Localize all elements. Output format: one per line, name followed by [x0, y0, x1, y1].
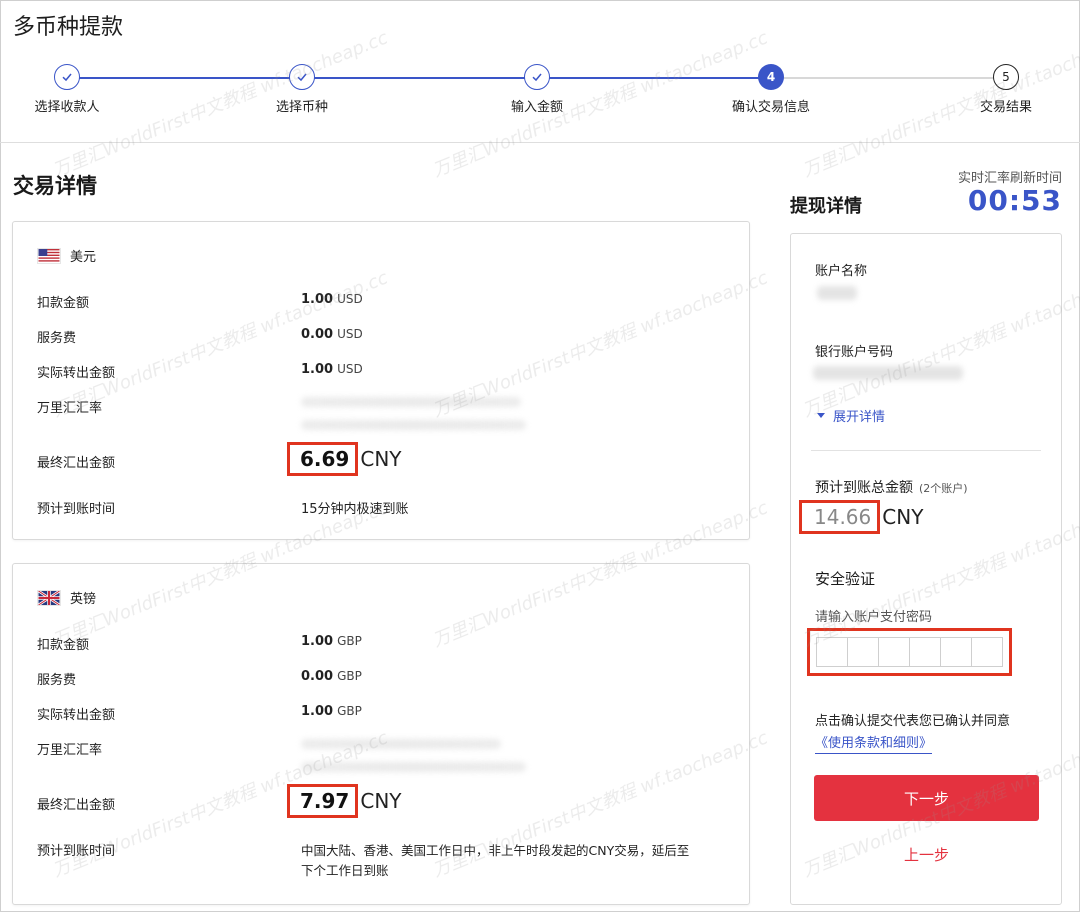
currency-card-usd: 美元 扣款金额 1.00 USD 服务费 0.00 USD 实际转出金额 1.00 U…: [12, 221, 750, 540]
check-icon: [54, 64, 80, 90]
password-hint: 请输入账户支付密码: [815, 610, 933, 625]
terms-link[interactable]: 《使用条款和细则》: [815, 732, 933, 754]
rate-countdown-timer: 00:53: [967, 184, 1062, 217]
currency-header: 美元: [37, 246, 96, 265]
expand-details-label: 展开详情: [833, 410, 886, 425]
eta-label: 预计到账时间: [37, 502, 116, 517]
payment-password-input[interactable]: [807, 628, 1012, 676]
password-digit-box[interactable]: [816, 637, 848, 667]
previous-step-button[interactable]: 上一步: [814, 844, 1039, 865]
final-amount: 6.69 CNY: [287, 442, 402, 476]
rate-label: 万里汇汇率: [37, 401, 103, 416]
step-number: 4: [758, 64, 784, 90]
blurred-account-name: [817, 286, 857, 300]
check-icon: [524, 64, 550, 90]
currency-name: 英镑: [70, 592, 97, 607]
actual-value: 1.00 GBP: [301, 704, 362, 719]
step-result: 5 交易结果: [936, 64, 1076, 115]
next-step-button[interactable]: 下一步: [814, 775, 1039, 821]
currency-card-gbp: 英镑 扣款金额 1.00 GBP 服务费 0.00 GBP 实际转出金额 1.00 G…: [12, 563, 750, 905]
progress-stepper: 选择收款人 选择币种 输入金额 4 确认交易信息 5 交易结果: [0, 64, 1080, 124]
final-label: 最终汇出金额: [37, 798, 116, 813]
actual-label: 实际转出金额: [37, 366, 116, 381]
password-digit-box[interactable]: [972, 637, 1003, 667]
eta-value-line1: 中国大陆、香港、美国工作日中，非上午时段发起的CNY交易，延后至: [301, 843, 690, 858]
expand-details-button[interactable]: 展开详情: [817, 406, 885, 425]
actual-label: 实际转出金额: [37, 708, 116, 723]
total-amount-label: 预计到账总金额 (2个账户): [815, 480, 968, 496]
eta-value-line2: 下个工作日到账: [301, 863, 389, 878]
step-select-payee: 选择收款人: [0, 64, 137, 115]
fee-value: 0.00 USD: [301, 327, 363, 342]
debit-label: 扣款金额: [37, 638, 90, 653]
stepper-line-complete: [67, 77, 770, 79]
debit-value: 1.00 GBP: [301, 634, 362, 649]
header-divider: [0, 142, 1080, 143]
check-icon: [289, 64, 315, 90]
account-name-label: 账户名称: [815, 264, 868, 279]
blurred-rate: [301, 420, 526, 430]
password-digit-box[interactable]: [879, 637, 910, 667]
step-label: 确认交易信息: [731, 100, 810, 115]
total-amount: 14.66 CNY: [799, 500, 923, 534]
agreement-text: 点击确认提交代表您已确认并同意: [815, 714, 1011, 729]
step-label: 选择收款人: [34, 100, 100, 115]
final-label: 最终汇出金额: [37, 456, 116, 471]
currency-name: 美元: [70, 250, 97, 265]
blurred-rate: [301, 739, 501, 749]
uk-flag-icon: [37, 589, 61, 606]
blurred-rate: [301, 762, 526, 772]
withdrawal-details-title: 提现详情: [790, 196, 862, 217]
withdrawal-details-panel: 账户名称 银行账户号码 展开详情 预计到账总金额 (2个账户) 14.66 CNY …: [790, 233, 1062, 905]
step-label: 交易结果: [979, 100, 1032, 115]
currency-header: 英镑: [37, 588, 96, 607]
step-number: 5: [993, 64, 1019, 90]
us-flag-icon: [37, 247, 61, 264]
final-amount: 7.97 CNY: [287, 784, 402, 818]
section-title: 交易详情: [13, 174, 97, 198]
page-title: 多币种提款: [13, 15, 124, 40]
actual-value: 1.00 USD: [301, 362, 363, 377]
security-verification-title: 安全验证: [815, 570, 876, 588]
password-digit-box[interactable]: [910, 637, 941, 667]
step-label: 选择币种: [275, 100, 328, 115]
caret-down-icon: [817, 413, 825, 418]
bank-account-label: 银行账户号码: [815, 345, 894, 360]
step-label: 输入金额: [510, 100, 563, 115]
step-select-currency: 选择币种: [232, 64, 372, 115]
rate-label: 万里汇汇率: [37, 743, 103, 758]
blurred-rate: [301, 397, 521, 407]
password-digit-box[interactable]: [941, 637, 972, 667]
fee-label: 服务费: [37, 673, 77, 688]
blurred-bank-account: [813, 366, 963, 380]
step-confirm-info: 4 确认交易信息: [701, 64, 841, 115]
debit-label: 扣款金额: [37, 296, 90, 311]
fee-label: 服务费: [37, 331, 77, 346]
eta-value: 15分钟内极速到账: [301, 502, 409, 517]
panel-divider: [811, 450, 1041, 451]
password-digit-box[interactable]: [848, 637, 879, 667]
eta-label: 预计到账时间: [37, 844, 116, 859]
step-enter-amount: 输入金额: [467, 64, 607, 115]
fee-value: 0.00 GBP: [301, 669, 362, 684]
debit-value: 1.00 USD: [301, 292, 363, 307]
